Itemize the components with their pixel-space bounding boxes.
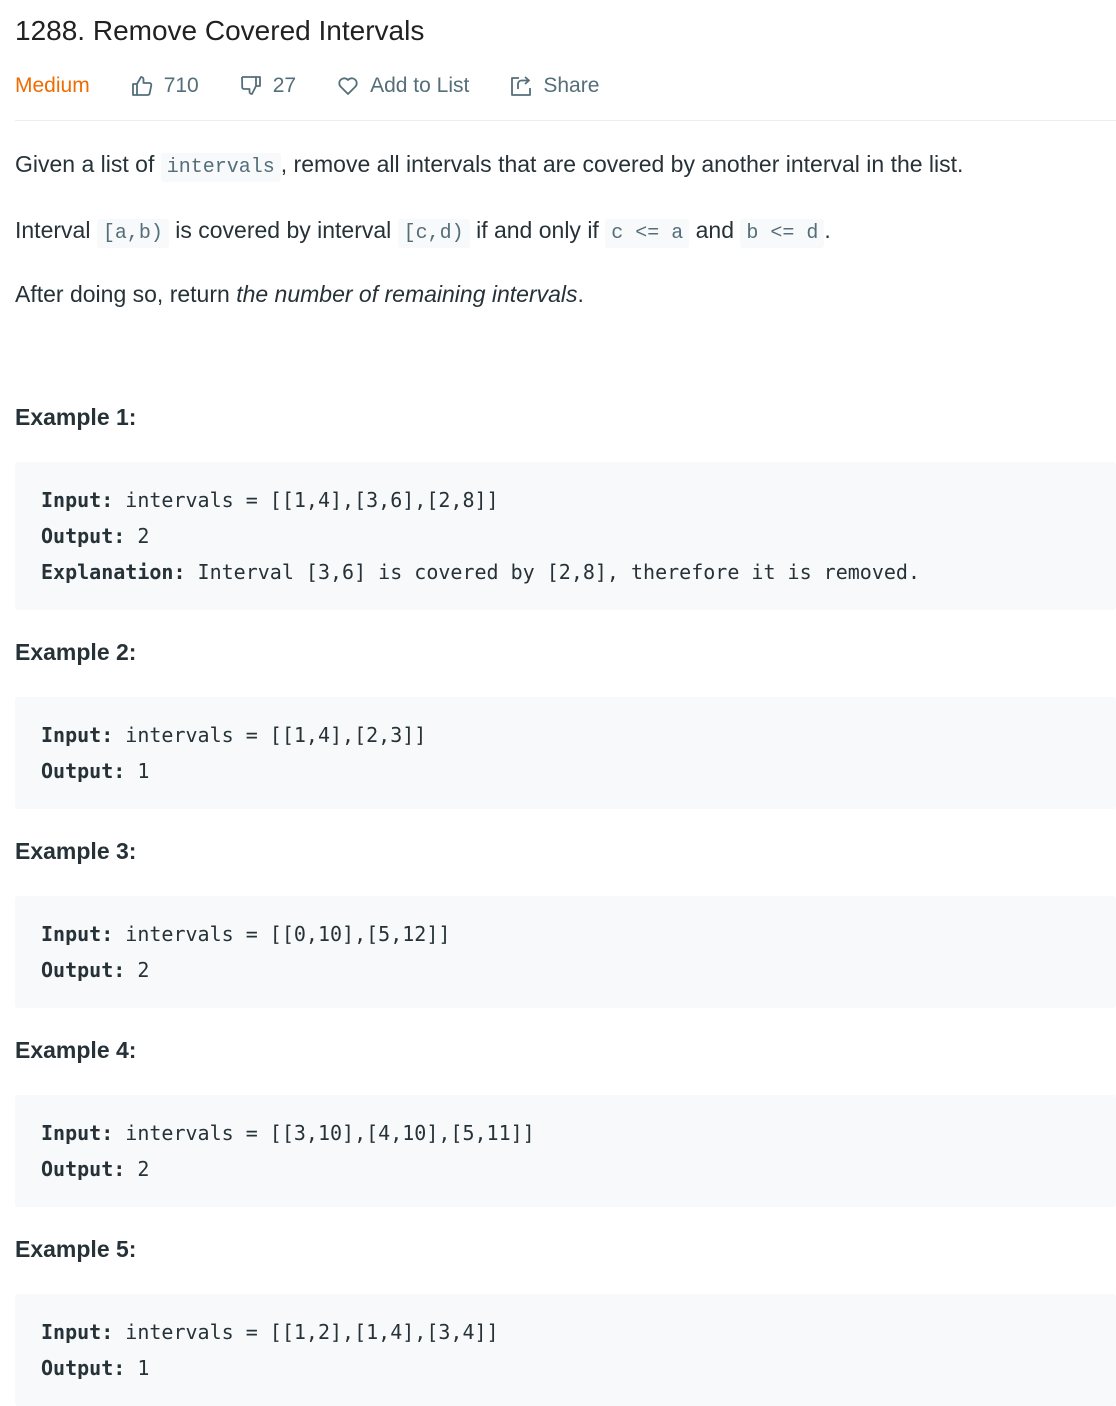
dislike-count: 27 bbox=[272, 74, 297, 97]
text: and bbox=[689, 217, 741, 243]
example-input: Input: intervals = [[1,4],[3,6],[2,8]] bbox=[41, 482, 1090, 518]
share-label: Share bbox=[543, 74, 600, 97]
example-output: Output: 2 bbox=[41, 518, 1090, 554]
statement-paragraph: Given a list of intervals, remove all in… bbox=[15, 149, 1116, 183]
example-input: Input: intervals = [[3,10],[4,10],[5,11]… bbox=[41, 1115, 1090, 1151]
statement-paragraph: After doing so, return the number of rem… bbox=[15, 279, 1116, 309]
inline-code: intervals bbox=[160, 153, 281, 182]
input-value: intervals = [[1,2],[1,4],[3,4]] bbox=[113, 1320, 499, 1344]
output-value: 1 bbox=[125, 1356, 150, 1380]
example-input: Input: intervals = [[1,2],[1,4],[3,4]] bbox=[41, 1314, 1090, 1350]
output-value: 1 bbox=[125, 759, 150, 783]
input-label: Input: bbox=[41, 723, 114, 747]
problem-meta-bar: Medium 710 27 Add to List Share bbox=[15, 66, 1116, 106]
example-block: Input: intervals = [[1,4],[3,6],[2,8]] O… bbox=[15, 462, 1116, 610]
example-output: Output: 1 bbox=[41, 753, 1090, 789]
example-block: Input: intervals = [[1,2],[1,4],[3,4]] O… bbox=[15, 1294, 1116, 1406]
text: . bbox=[577, 281, 584, 307]
text: is covered by interval bbox=[168, 217, 398, 243]
input-label: Input: bbox=[41, 1121, 114, 1145]
text: Interval bbox=[15, 217, 97, 243]
example-title: Example 4: bbox=[15, 1037, 137, 1063]
example-input: Input: intervals = [[0,10],[5,12]] bbox=[41, 916, 1090, 952]
problem-statement: Given a list of intervals, remove all in… bbox=[15, 149, 1116, 309]
inline-code: [c,d) bbox=[397, 219, 470, 248]
input-value: intervals = [[1,4],[2,3]] bbox=[113, 723, 427, 747]
statement-paragraph: Interval [a,b) is covered by interval [c… bbox=[15, 215, 1116, 249]
heart-icon bbox=[338, 77, 358, 95]
output-value: 2 bbox=[125, 524, 150, 548]
text: After doing so, return bbox=[15, 281, 237, 307]
problem-description-panel: 1288. Remove Covered Intervals Medium 71… bbox=[0, 0, 1116, 1406]
header-divider bbox=[15, 120, 1116, 121]
input-value: intervals = [[1,4],[3,6],[2,8]] bbox=[113, 488, 499, 512]
output-value: 2 bbox=[125, 958, 150, 982]
output-label: Output: bbox=[41, 1356, 126, 1380]
text: . bbox=[824, 217, 831, 243]
input-label: Input: bbox=[41, 1320, 114, 1344]
example-block: Input: intervals = [[3,10],[4,10],[5,11]… bbox=[15, 1095, 1116, 1207]
inline-code: b <= d bbox=[740, 219, 825, 248]
input-label: Input: bbox=[41, 922, 114, 946]
inline-code: [a,b) bbox=[96, 219, 169, 248]
example-title: Example 1: bbox=[15, 404, 137, 430]
example-title: Example 3: bbox=[15, 838, 137, 864]
text: Given a list of bbox=[15, 151, 161, 177]
example-block: Input: intervals = [[0,10],[5,12]] Outpu… bbox=[15, 896, 1116, 1008]
add-to-list-button[interactable]: Add to List bbox=[336, 74, 469, 98]
dislike-button[interactable]: 27 bbox=[239, 74, 296, 98]
example-title: Example 2: bbox=[15, 639, 137, 665]
example-explanation: Explanation: Interval [3,6] is covered b… bbox=[41, 554, 1090, 590]
output-label: Output: bbox=[41, 958, 126, 982]
problem-title: 1288. Remove Covered Intervals bbox=[15, 15, 425, 46]
example-block: Input: intervals = [[1,4],[2,3]] Output:… bbox=[15, 697, 1116, 809]
thumbs-down-icon bbox=[240, 76, 261, 95]
emphasis: the number of remaining intervals bbox=[236, 281, 578, 307]
like-button[interactable]: 710 bbox=[130, 74, 199, 98]
explanation-label: Explanation: bbox=[41, 560, 186, 584]
input-label: Input: bbox=[41, 488, 114, 512]
example-output: Output: 2 bbox=[41, 952, 1090, 988]
add-to-list-label: Add to List bbox=[370, 74, 470, 97]
text: , remove all intervals that are covered … bbox=[280, 151, 964, 177]
input-value: intervals = [[0,10],[5,12]] bbox=[113, 922, 451, 946]
share-icon bbox=[511, 76, 532, 96]
input-value: intervals = [[3,10],[4,10],[5,11]] bbox=[113, 1121, 535, 1145]
thumbs-up-icon bbox=[131, 76, 152, 96]
output-label: Output: bbox=[41, 524, 126, 548]
example-output: Output: 2 bbox=[41, 1151, 1090, 1187]
example-input: Input: intervals = [[1,4],[2,3]] bbox=[41, 717, 1090, 753]
inline-code: c <= a bbox=[605, 219, 690, 248]
output-label: Output: bbox=[41, 759, 126, 783]
example-title: Example 5: bbox=[15, 1236, 137, 1262]
share-button[interactable]: Share bbox=[509, 74, 599, 98]
difficulty-badge: Medium bbox=[15, 74, 90, 97]
like-count: 710 bbox=[163, 74, 199, 97]
output-value: 2 bbox=[125, 1157, 150, 1181]
example-output: Output: 1 bbox=[41, 1350, 1090, 1386]
text: if and only if bbox=[469, 217, 606, 243]
output-label: Output: bbox=[41, 1157, 126, 1181]
explanation-value: Interval [3,6] is covered by [2,8], ther… bbox=[185, 560, 921, 584]
